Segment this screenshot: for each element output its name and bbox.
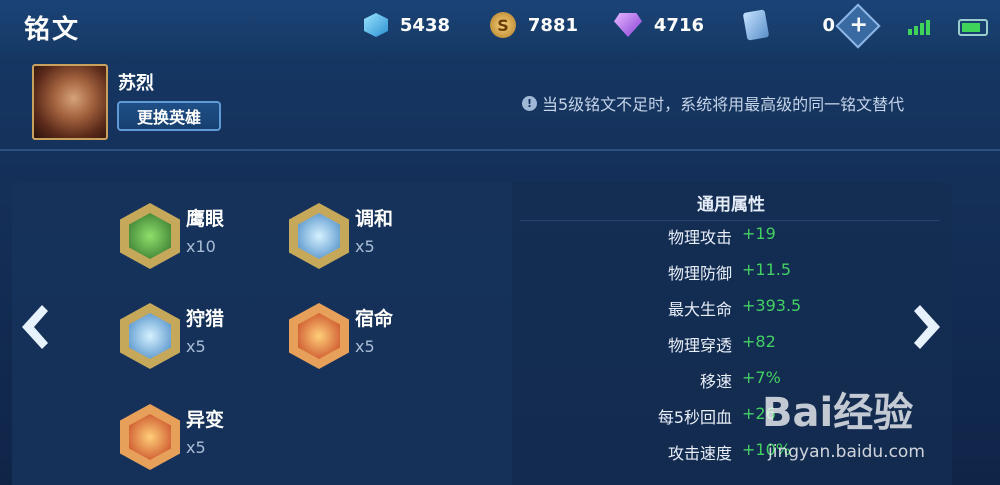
- attribute-label: 移速: [699, 372, 732, 391]
- fate-rune-icon: [289, 303, 349, 369]
- attribute-label: 每5秒回血: [657, 408, 732, 427]
- gold-coin-icon: S: [490, 12, 516, 38]
- attribute-label: 最大生命: [667, 300, 732, 319]
- rune-name: 狩猎: [186, 308, 225, 330]
- rune-count: x5: [186, 438, 206, 457]
- hunt-rune-icon: [120, 303, 180, 369]
- hero-avatar: [32, 64, 108, 140]
- rune-name: 异变: [186, 409, 225, 431]
- rune-count: x5: [186, 337, 206, 356]
- rune-list: [12, 182, 512, 485]
- attributes-title: 通用属性: [697, 195, 765, 215]
- rune-item[interactable]: 鹰眼 x10: [120, 203, 224, 269]
- harmony-rune-icon: [289, 203, 349, 269]
- notice-text: ! 当5级铭文不足时，系统将用最高级的同一铭文替代: [522, 91, 904, 115]
- rune-item[interactable]: 宿命 x5: [289, 303, 393, 369]
- prev-page-arrow-icon[interactable]: [20, 303, 48, 351]
- info-icon: !: [522, 95, 537, 111]
- watermark-url: jingyan.baidu.com: [768, 442, 925, 462]
- hero-row: 苏烈 更换英雄 ! 当5级铭文不足时，系统将用最高级的同一铭文替代: [0, 52, 1000, 148]
- attribute-value: +19: [742, 224, 776, 243]
- page-title: 铭文: [24, 15, 81, 45]
- crystal-resource: 5438: [364, 11, 456, 39]
- watermark-logo: Bai经验: [762, 390, 914, 436]
- attribute-label: 物理攻击: [667, 228, 732, 247]
- plus-icon: +: [849, 12, 868, 38]
- attribute-label: 物理防御: [667, 264, 732, 283]
- ticket-card-icon: [742, 9, 770, 41]
- hero-name: 苏烈: [118, 73, 154, 94]
- coin-resource: S 7881: [490, 11, 584, 39]
- ticket-count: 0: [822, 14, 835, 36]
- rune-item[interactable]: 异变 x5: [120, 404, 224, 470]
- purple-diamond-icon: [614, 13, 642, 37]
- rune-item[interactable]: 狩猎 x5: [120, 303, 224, 369]
- diamond-resource: 4716: [614, 11, 710, 39]
- diamond-count: 4716: [653, 14, 704, 36]
- attributes-divider: [520, 220, 940, 221]
- attribute-value: +393.5: [742, 296, 802, 315]
- coin-count: 7881: [527, 14, 578, 36]
- rune-name: 调和: [355, 208, 394, 230]
- rune-item[interactable]: 调和 x5: [289, 203, 393, 269]
- rune-count: x10: [186, 237, 216, 256]
- mutation-rune-icon: [120, 404, 180, 470]
- notice-message: 当5级铭文不足时，系统将用最高级的同一铭文替代: [542, 95, 905, 114]
- battery-icon: [958, 19, 988, 36]
- attribute-value: +82: [742, 332, 776, 351]
- rune-count: x5: [355, 337, 375, 356]
- change-hero-button[interactable]: 更换英雄: [117, 101, 221, 131]
- attribute-label: 物理穿透: [667, 336, 732, 355]
- hawk-eye-rune-icon: [120, 203, 180, 269]
- rune-name: 宿命: [355, 308, 394, 330]
- divider: [0, 149, 1000, 151]
- rune-count: x5: [355, 237, 375, 256]
- ticket-resource: 0: [742, 9, 875, 41]
- attribute-value: +11.5: [742, 260, 792, 279]
- attribute-label: 攻击速度: [667, 444, 732, 463]
- rune-name: 鹰眼: [186, 208, 225, 230]
- crystal-count: 5438: [399, 14, 450, 36]
- signal-icon: [908, 20, 930, 35]
- next-page-arrow-icon[interactable]: [914, 303, 942, 351]
- blue-crystal-icon: [364, 13, 388, 37]
